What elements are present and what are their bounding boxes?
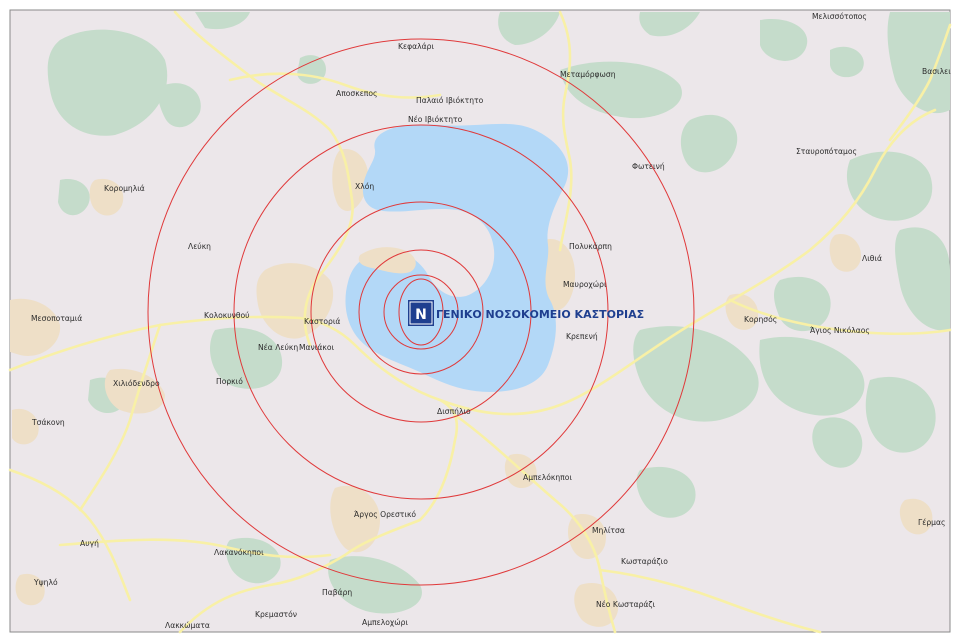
- place-label: Υψηλό: [33, 578, 58, 587]
- place-label: Άγιος Νικόλαος: [810, 326, 870, 335]
- place-label: Καστοριά: [304, 317, 340, 326]
- place-label: Αποσκεπος: [336, 89, 377, 98]
- place-label: Πορκιό: [216, 377, 243, 386]
- place-label: Σταυροπόταμος: [796, 147, 857, 156]
- place-label: Αμπελόκηποι: [523, 473, 572, 482]
- place-label: Βασιλει: [922, 67, 951, 76]
- place-label: Αυγή: [80, 539, 99, 548]
- place-label: Μαυροχώρι: [563, 280, 607, 289]
- place-label: Μεσοποταμιά: [31, 314, 82, 323]
- place-label: Τσάκονη: [31, 418, 65, 427]
- hospital-icon-letter: N: [415, 307, 427, 323]
- place-label: Άργος Ορεστικό: [354, 510, 416, 519]
- place-label: Μεταμόρφωση: [560, 70, 616, 79]
- place-label: Μηλίτσα: [592, 526, 625, 535]
- place-label: Γέρμας: [918, 518, 945, 527]
- place-label: Μανιάκοι: [299, 343, 334, 352]
- place-label: Αμπελοχώρι: [362, 618, 408, 627]
- place-label: Κρεμαστόν: [255, 610, 297, 619]
- place-label: Λακκώματα: [165, 621, 210, 630]
- place-label: Φωτεινή: [632, 162, 665, 171]
- place-label: Λακανόκηποι: [214, 548, 264, 557]
- place-label: Κεφαλάρι: [398, 42, 434, 51]
- place-label: Παλαιό Ιβιόκτητο: [416, 96, 484, 105]
- hospital-marker[interactable]: N: [408, 300, 434, 326]
- place-label: Νέα Λεύκη: [258, 343, 298, 352]
- place-label: Νέο Κωσταράζι: [596, 600, 656, 609]
- place-label: Δισπήλιο: [437, 407, 471, 416]
- place-label: Κωσταράζιο: [621, 557, 668, 566]
- place-label: Λιθιά: [862, 254, 882, 263]
- place-label: Κορησός: [744, 315, 777, 324]
- place-label: Χιλιόδενδρο: [113, 379, 160, 388]
- place-label: Κολοκυνθού: [204, 311, 250, 320]
- map-canvas[interactable]: Κεφαλάρι Μεταμόρφωση Μελισσότοπος Βασιλε…: [0, 0, 959, 639]
- place-label: Κρεπενή: [566, 332, 598, 341]
- place-label: Πολυκάρπη: [569, 242, 612, 251]
- place-label: Χλόη: [355, 182, 374, 191]
- place-label: Μελισσότοπος: [812, 12, 867, 21]
- place-label: Νέο Ιβιόκτητο: [408, 115, 463, 124]
- place-label: Λεύκη: [188, 242, 211, 251]
- map-view[interactable]: Κεφαλάρι Μεταμόρφωση Μελισσότοπος Βασιλε…: [0, 0, 959, 639]
- place-label: Παβάρη: [322, 588, 352, 597]
- place-label: Κορομηλιά: [104, 184, 145, 193]
- hospital-label[interactable]: ΓΕΝΙΚΟ ΝΟΣΟΚΟΜΕΙΟ ΚΑΣΤΟΡΙΑΣ: [436, 308, 644, 321]
